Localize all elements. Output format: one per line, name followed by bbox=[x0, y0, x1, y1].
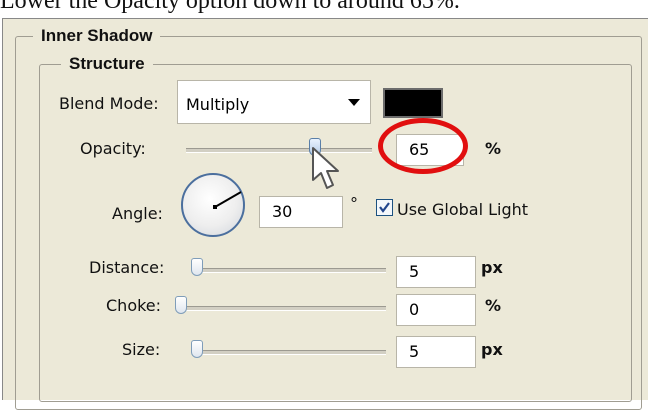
inner-shadow-title: Inner Shadow bbox=[33, 26, 161, 46]
distance-slider-track[interactable] bbox=[196, 268, 386, 273]
choke-slider-track[interactable] bbox=[180, 306, 386, 311]
choke-unit: % bbox=[485, 296, 502, 315]
size-label: Size: bbox=[122, 340, 161, 359]
angle-dial[interactable] bbox=[181, 173, 245, 237]
distance-label: Distance: bbox=[89, 258, 165, 277]
structure-title: Structure bbox=[61, 54, 153, 74]
distance-input[interactable]: 5 bbox=[396, 256, 476, 288]
shadow-color-swatch[interactable] bbox=[383, 88, 443, 118]
use-global-light-label[interactable]: Use Global Light bbox=[397, 200, 528, 219]
checkmark-icon bbox=[379, 202, 390, 213]
blend-mode-select[interactable]: Multiply bbox=[177, 80, 371, 124]
opacity-label: Opacity: bbox=[80, 139, 146, 158]
blend-mode-value: Multiply bbox=[186, 95, 250, 114]
choke-input[interactable]: 0 bbox=[396, 294, 476, 326]
opacity-slider-track[interactable] bbox=[186, 148, 372, 153]
angle-needle-icon bbox=[213, 191, 242, 209]
mouse-cursor-icon bbox=[312, 147, 339, 189]
size-input[interactable]: 5 bbox=[396, 336, 476, 368]
angle-input[interactable]: 30 bbox=[259, 196, 343, 228]
blend-mode-label: Blend Mode: bbox=[59, 94, 159, 113]
angle-label: Angle: bbox=[112, 204, 163, 223]
opacity-unit: % bbox=[485, 139, 502, 158]
choke-label: Choke: bbox=[106, 296, 162, 315]
highlight-circle bbox=[378, 118, 468, 174]
tutorial-caption: Lower the Opacity option down to around … bbox=[0, 0, 460, 14]
size-slider-track[interactable] bbox=[196, 350, 386, 355]
use-global-light-checkbox[interactable] bbox=[376, 199, 393, 216]
distance-slider-thumb[interactable] bbox=[191, 258, 203, 276]
size-slider-thumb[interactable] bbox=[191, 340, 203, 358]
distance-unit: px bbox=[481, 258, 503, 277]
size-unit: px bbox=[481, 340, 503, 359]
choke-slider-thumb[interactable] bbox=[175, 296, 187, 314]
angle-degree-unit: ° bbox=[350, 194, 358, 213]
dropdown-arrow-icon bbox=[348, 99, 360, 106]
